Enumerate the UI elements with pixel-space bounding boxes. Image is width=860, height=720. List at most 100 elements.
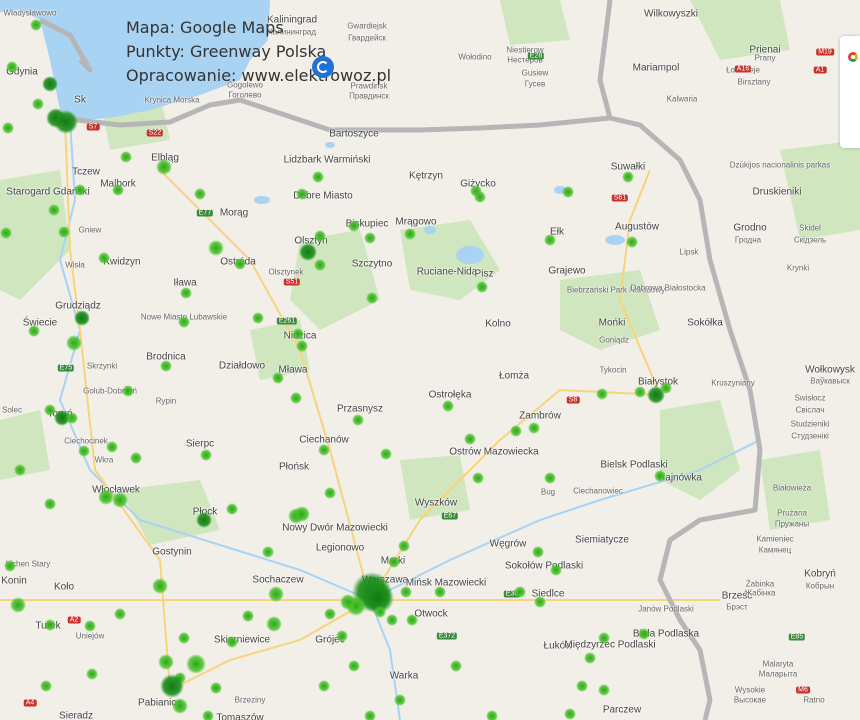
charging-point-marker[interactable]: [158, 654, 174, 670]
charging-point-marker[interactable]: [660, 382, 672, 394]
charging-point-marker[interactable]: [44, 404, 56, 416]
charging-point-marker[interactable]: [626, 236, 638, 248]
charging-point-marker[interactable]: [374, 606, 386, 618]
charging-point-marker[interactable]: [299, 243, 317, 261]
charging-point-marker[interactable]: [226, 503, 238, 515]
charging-point-marker[interactable]: [340, 594, 356, 610]
charging-point-marker[interactable]: [186, 654, 206, 674]
charging-point-marker[interactable]: [106, 441, 118, 453]
charging-point-marker[interactable]: [352, 414, 364, 426]
charging-point-marker[interactable]: [292, 328, 304, 340]
charging-point-marker[interactable]: [98, 489, 114, 505]
charging-point-marker[interactable]: [514, 586, 526, 598]
charging-point-marker[interactable]: [194, 188, 206, 200]
charging-point-marker[interactable]: [114, 608, 126, 620]
charging-point-marker[interactable]: [120, 151, 132, 163]
charging-point-marker[interactable]: [364, 710, 376, 720]
charging-point-marker[interactable]: [434, 586, 446, 598]
charging-point-marker[interactable]: [210, 682, 222, 694]
charging-point-marker[interactable]: [534, 596, 546, 608]
charging-point-marker[interactable]: [318, 680, 330, 692]
charging-point-marker[interactable]: [28, 325, 40, 337]
charging-point-marker[interactable]: [296, 340, 308, 352]
charging-point-marker[interactable]: [324, 608, 336, 620]
charging-point-marker[interactable]: [74, 184, 86, 196]
charging-point-marker[interactable]: [364, 232, 376, 244]
charging-point-marker[interactable]: [584, 652, 596, 664]
charging-point-marker[interactable]: [386, 614, 398, 626]
charging-point-marker[interactable]: [74, 310, 90, 326]
charging-point-marker[interactable]: [442, 400, 454, 412]
charging-point-marker[interactable]: [44, 619, 56, 631]
charging-point-marker[interactable]: [152, 578, 168, 594]
charging-point-marker[interactable]: [348, 660, 360, 672]
charging-point-marker[interactable]: [544, 234, 556, 246]
charging-point-marker[interactable]: [122, 385, 134, 397]
charging-point-marker[interactable]: [318, 444, 330, 456]
charging-point-marker[interactable]: [196, 512, 212, 528]
charging-point-marker[interactable]: [86, 668, 98, 680]
charging-point-marker[interactable]: [294, 506, 310, 522]
charging-point-marker[interactable]: [474, 191, 486, 203]
charging-point-marker[interactable]: [66, 412, 78, 424]
charging-point-marker[interactable]: [406, 614, 418, 626]
charging-point-marker[interactable]: [112, 492, 128, 508]
charging-point-marker[interactable]: [634, 386, 646, 398]
charging-point-marker[interactable]: [380, 448, 392, 460]
charging-point-marker[interactable]: [622, 171, 634, 183]
charging-point-marker[interactable]: [314, 259, 326, 271]
charging-point-marker[interactable]: [596, 388, 608, 400]
charging-point-marker[interactable]: [252, 312, 264, 324]
charging-point-marker[interactable]: [272, 372, 284, 384]
charging-point-marker[interactable]: [156, 159, 172, 175]
charging-point-marker[interactable]: [30, 19, 42, 31]
charging-point-marker[interactable]: [312, 171, 324, 183]
charging-point-marker[interactable]: [472, 472, 484, 484]
charging-point-marker[interactable]: [388, 556, 400, 568]
charging-point-marker[interactable]: [32, 98, 44, 110]
charging-point-marker[interactable]: [160, 360, 172, 372]
charging-point-marker[interactable]: [314, 230, 326, 242]
charging-point-marker[interactable]: [532, 546, 544, 558]
charging-point-marker[interactable]: [242, 610, 254, 622]
charging-point-marker[interactable]: [528, 422, 540, 434]
charging-point-marker[interactable]: [562, 186, 574, 198]
charging-point-marker[interactable]: [404, 228, 416, 240]
charging-point-marker[interactable]: [6, 61, 18, 73]
charging-point-marker[interactable]: [366, 292, 378, 304]
charging-point-marker[interactable]: [296, 188, 308, 200]
charging-point-marker[interactable]: [564, 708, 576, 720]
charging-point-marker[interactable]: [78, 445, 90, 457]
charging-point-marker[interactable]: [84, 620, 96, 632]
charging-point-marker[interactable]: [178, 316, 190, 328]
charging-point-marker[interactable]: [550, 564, 562, 576]
charging-point-marker[interactable]: [98, 252, 110, 264]
charging-point-marker[interactable]: [336, 630, 348, 642]
charging-point-marker[interactable]: [40, 680, 52, 692]
charging-point-marker[interactable]: [4, 560, 16, 572]
charging-point-marker[interactable]: [44, 498, 56, 510]
charging-point-marker[interactable]: [266, 616, 282, 632]
charging-point-marker[interactable]: [638, 628, 650, 640]
google-maps-icon[interactable]: [840, 36, 860, 148]
charging-point-marker[interactable]: [42, 76, 58, 92]
charging-point-marker[interactable]: [48, 204, 60, 216]
charging-point-marker[interactable]: [160, 674, 184, 698]
charging-point-marker[interactable]: [2, 122, 14, 134]
charging-point-marker[interactable]: [324, 487, 336, 499]
charging-point-marker[interactable]: [130, 452, 142, 464]
charging-point-marker[interactable]: [400, 586, 412, 598]
charging-point-marker[interactable]: [398, 540, 410, 552]
charging-point-marker[interactable]: [598, 632, 610, 644]
charging-point-marker[interactable]: [268, 586, 284, 602]
charging-point-marker[interactable]: [654, 470, 666, 482]
charging-point-marker[interactable]: [172, 698, 188, 714]
charging-point-marker[interactable]: [464, 433, 476, 445]
charging-point-marker[interactable]: [476, 281, 488, 293]
charging-point-marker[interactable]: [200, 449, 212, 461]
charging-point-marker[interactable]: [290, 392, 302, 404]
charging-point-marker[interactable]: [178, 632, 190, 644]
charging-point-marker[interactable]: [576, 680, 588, 692]
charging-point-marker[interactable]: [394, 694, 406, 706]
charging-point-marker[interactable]: [262, 546, 274, 558]
